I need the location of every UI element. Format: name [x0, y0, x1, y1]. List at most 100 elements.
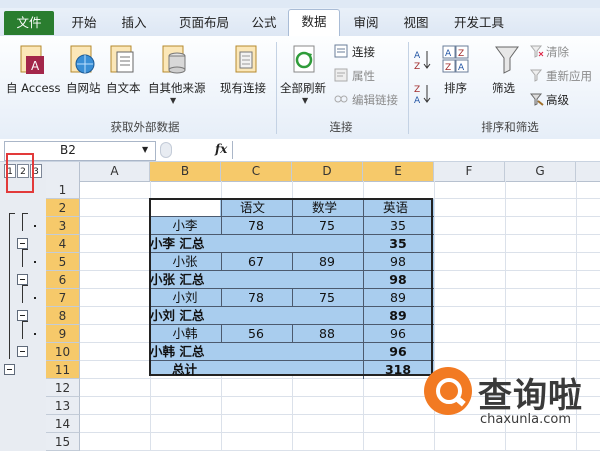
- cell-e-value[interactable]: 96: [363, 343, 433, 361]
- row-header-3[interactable]: 3: [46, 217, 80, 235]
- cell-b-label[interactable]: 小刘 汇总: [150, 307, 204, 325]
- cell-e-value[interactable]: 35: [363, 217, 433, 235]
- collapse-group-button[interactable]: [17, 310, 28, 321]
- tab-home[interactable]: 开始: [62, 11, 106, 35]
- row-header-4[interactable]: 4: [46, 235, 80, 253]
- cell-e-value[interactable]: 35: [363, 235, 433, 253]
- cell-e-value[interactable]: 318: [363, 361, 433, 379]
- select-all-button[interactable]: [46, 162, 80, 181]
- connections-button[interactable]: 连接: [352, 44, 375, 60]
- tab-data[interactable]: 数据: [288, 9, 340, 37]
- cell-c-value[interactable]: 78: [221, 289, 291, 307]
- svg-text:Z: Z: [414, 85, 420, 95]
- tab-review[interactable]: 审阅: [344, 11, 388, 35]
- outline-bracket: [22, 321, 28, 322]
- row-header-5[interactable]: 5: [46, 253, 80, 271]
- svg-text:A: A: [31, 59, 40, 73]
- column-header-b[interactable]: B: [150, 162, 221, 181]
- column-header-e[interactable]: E: [363, 162, 434, 181]
- row-header-1[interactable]: 1: [46, 181, 80, 199]
- row-header-8[interactable]: 8: [46, 307, 80, 325]
- refresh-all-button[interactable]: 全部刷新: [280, 80, 326, 96]
- column-header-c[interactable]: C: [221, 162, 292, 181]
- tab-developer[interactable]: 开发工具: [446, 11, 512, 35]
- cell-d-value[interactable]: 75: [292, 217, 362, 235]
- outline-bracket: [22, 321, 23, 339]
- properties-button[interactable]: 属性: [352, 68, 375, 84]
- sort-ascending-icon[interactable]: AZ: [414, 48, 432, 72]
- reapply-button[interactable]: 重新应用: [546, 68, 592, 84]
- collapse-group-button[interactable]: [17, 346, 28, 357]
- edit-links-button[interactable]: 编辑链接: [352, 92, 398, 108]
- insert-function-icon[interactable]: fx: [215, 142, 227, 156]
- tab-page-layout[interactable]: 页面布局: [166, 11, 242, 35]
- collapse-group-button[interactable]: [17, 274, 28, 285]
- cell-b-label[interactable]: 小张 汇总: [150, 271, 204, 289]
- cell-b-label[interactable]: 总计: [172, 361, 197, 379]
- row-header-14[interactable]: 14: [46, 415, 80, 433]
- cell-e-value[interactable]: 89: [363, 289, 433, 307]
- cell-b-label[interactable]: 小李 汇总: [150, 235, 204, 253]
- tab-view[interactable]: 视图: [394, 11, 438, 35]
- row-header-13[interactable]: 13: [46, 397, 80, 415]
- from-web-button[interactable]: 自网站: [66, 80, 101, 96]
- cell-d-value[interactable]: 89: [292, 253, 362, 271]
- header-cell-math[interactable]: 数学: [312, 199, 337, 217]
- header-cell-english[interactable]: 英语: [383, 199, 408, 217]
- row-header-11[interactable]: 11: [46, 361, 80, 379]
- formula-input[interactable]: [232, 141, 600, 159]
- formula-bar-splitter[interactable]: [160, 142, 172, 158]
- watermark-text: 查询啦: [478, 376, 583, 416]
- cell-c-value[interactable]: 67: [221, 253, 291, 271]
- sort-button[interactable]: 排序: [444, 80, 467, 96]
- cell-d-value[interactable]: 75: [292, 289, 362, 307]
- from-text-button[interactable]: 自文本: [106, 80, 141, 96]
- row-header-9[interactable]: 9: [46, 325, 80, 343]
- title-bar: [0, 0, 600, 8]
- column-header-a[interactable]: A: [80, 162, 150, 181]
- text-file-icon: [108, 44, 136, 78]
- cell-e-value[interactable]: 98: [363, 271, 433, 289]
- cell-b-label[interactable]: 小张: [150, 253, 220, 271]
- existing-connections-button[interactable]: 现有连接: [220, 80, 266, 96]
- advanced-button[interactable]: 高级: [546, 92, 569, 108]
- filter-button[interactable]: 筛选: [492, 80, 515, 96]
- sort-descending-icon[interactable]: ZA: [414, 82, 432, 106]
- name-box-value: B2: [60, 143, 76, 157]
- cell-e-value[interactable]: 89: [363, 307, 433, 325]
- tab-formulas[interactable]: 公式: [242, 11, 286, 35]
- collapse-group-button[interactable]: [17, 238, 28, 249]
- cell-c-value[interactable]: 56: [221, 325, 291, 343]
- row-header-2[interactable]: 2: [46, 199, 80, 217]
- chevron-down-icon[interactable]: ▼: [142, 145, 148, 154]
- collapse-total-button[interactable]: [4, 364, 15, 375]
- column-header-d[interactable]: D: [292, 162, 363, 181]
- properties-icon: [334, 68, 348, 82]
- cell-b-label[interactable]: 小刘: [150, 289, 220, 307]
- cell-c-value[interactable]: 78: [221, 217, 291, 235]
- row-header-15[interactable]: 15: [46, 433, 80, 451]
- row-header-6[interactable]: 6: [46, 271, 80, 289]
- row-header-12[interactable]: 12: [46, 379, 80, 397]
- cell-e-value[interactable]: 98: [363, 253, 433, 271]
- clear-button[interactable]: 清除: [546, 44, 569, 60]
- tab-file[interactable]: 文件: [4, 11, 54, 35]
- cell-b-label[interactable]: 小李: [150, 217, 220, 235]
- cell-b-label[interactable]: 小韩 汇总: [150, 343, 204, 361]
- from-other-sources-button[interactable]: 自其他来源: [148, 80, 206, 96]
- from-access-button[interactable]: 自 Access: [6, 80, 61, 96]
- svg-text:A: A: [458, 63, 465, 73]
- chevron-down-icon[interactable]: ▼: [170, 96, 176, 105]
- tab-insert[interactable]: 插入: [112, 11, 156, 35]
- column-header-g[interactable]: G: [505, 162, 576, 181]
- header-cell-chinese[interactable]: 语文: [240, 199, 265, 217]
- column-header-f[interactable]: F: [434, 162, 505, 181]
- cell-b-label[interactable]: 小韩: [150, 325, 220, 343]
- outline-bracket: [9, 213, 10, 359]
- sort-icon: AZZA: [442, 44, 470, 76]
- cell-d-value[interactable]: 88: [292, 325, 362, 343]
- cell-e-value[interactable]: 96: [363, 325, 433, 343]
- row-header-10[interactable]: 10: [46, 343, 80, 361]
- chevron-down-icon[interactable]: ▼: [302, 96, 308, 105]
- row-header-7[interactable]: 7: [46, 289, 80, 307]
